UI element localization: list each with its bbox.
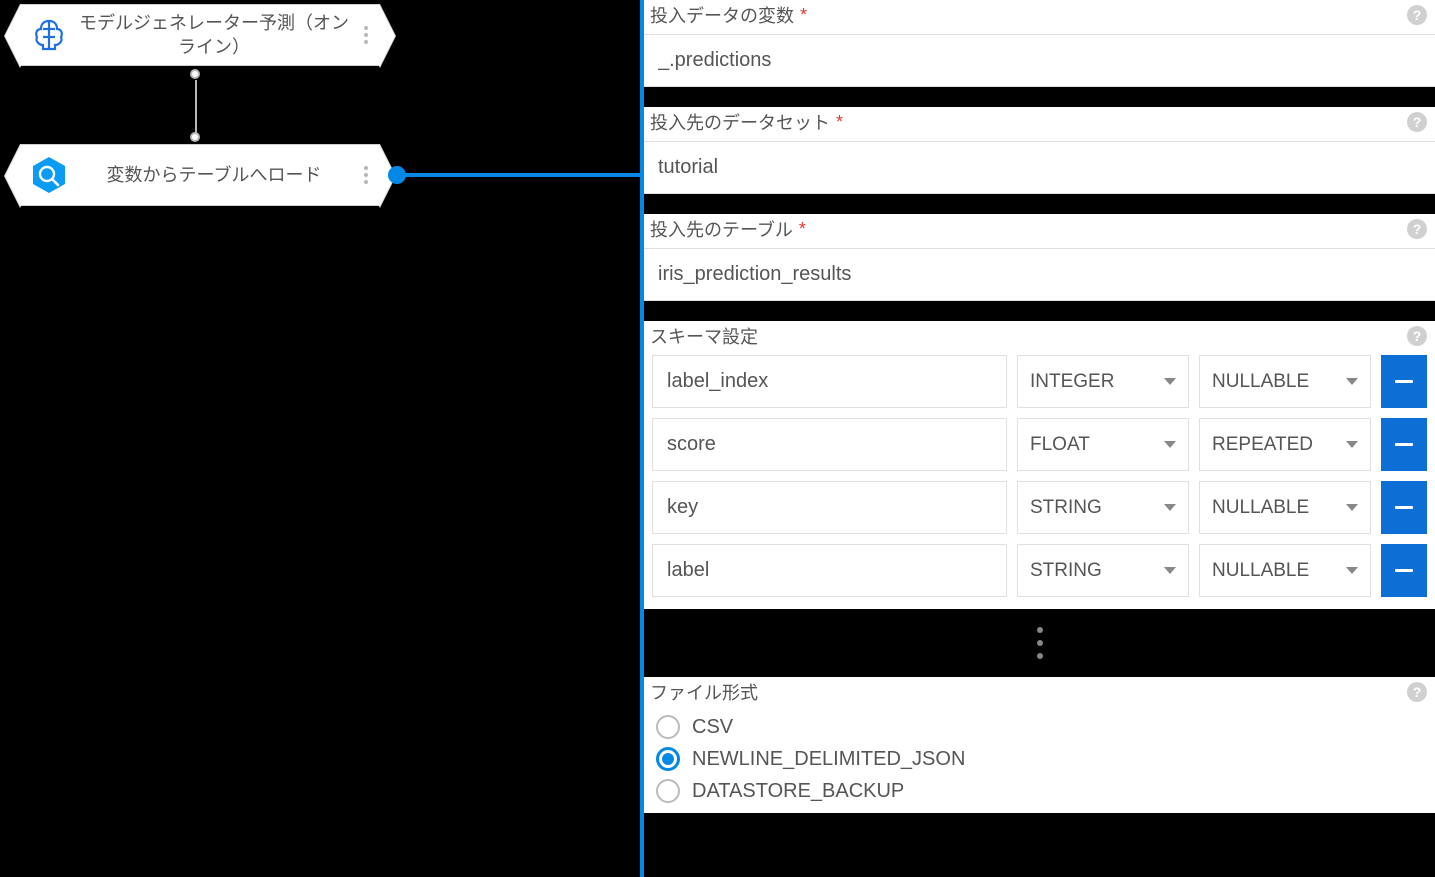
dataset-field[interactable]: [644, 141, 1435, 194]
section-separator: [644, 609, 1435, 677]
bigquery-icon: [27, 153, 71, 197]
minus-icon: [1395, 569, 1413, 572]
field-label: 投入先のデータセット: [650, 109, 830, 135]
chevron-down-icon: [1346, 441, 1358, 448]
schema-type-select[interactable]: STRING: [1017, 544, 1189, 597]
file-format-option[interactable]: DATASTORE_BACKUP: [644, 775, 1435, 807]
connector-endpoint: [190, 132, 200, 142]
schema-row: STRINGNULLABLE: [652, 481, 1427, 534]
required-marker: *: [836, 112, 843, 133]
properties-panel: 投入データの変数 * ? 投入先のデータセット * ? 投入先のテーブル * ?…: [644, 0, 1435, 877]
remove-row-button[interactable]: [1381, 418, 1427, 471]
schema-row: INTEGERNULLABLE: [652, 355, 1427, 408]
chevron-down-icon: [1164, 378, 1176, 385]
connector-endpoint: [190, 69, 200, 79]
radio-icon: [656, 779, 680, 803]
schema-column-name[interactable]: [652, 355, 1007, 408]
schema-row: FLOATREPEATED: [652, 418, 1427, 471]
schema-column-name[interactable]: [652, 481, 1007, 534]
field-destination-table: 投入先のテーブル * ?: [644, 214, 1435, 301]
selection-connector: [397, 173, 640, 177]
chevron-down-icon: [1346, 504, 1358, 511]
schema-mode-select[interactable]: NULLABLE: [1199, 481, 1371, 534]
help-icon[interactable]: ?: [1407, 112, 1427, 132]
radio-label: CSV: [692, 716, 733, 739]
radio-icon: [656, 715, 680, 739]
minus-icon: [1395, 380, 1413, 383]
field-file-format: ファイル形式 ? CSV NEWLINE_DELIMITED_JSON DATAST…: [644, 677, 1435, 813]
node-label: モデルジェネレーター予測（オンライン）: [71, 11, 357, 60]
brain-icon: [27, 13, 71, 57]
file-format-option[interactable]: NEWLINE_DELIMITED_JSON: [644, 743, 1435, 775]
remove-row-button[interactable]: [1381, 544, 1427, 597]
connector-line: [195, 80, 197, 134]
node-menu-button[interactable]: [357, 166, 375, 184]
schema-column-name[interactable]: [652, 544, 1007, 597]
minus-icon: [1395, 443, 1413, 446]
field-label: 投入データの変数: [650, 2, 794, 28]
table-field[interactable]: [644, 248, 1435, 301]
help-icon[interactable]: ?: [1407, 5, 1427, 25]
schema-mode-select[interactable]: NULLABLE: [1199, 544, 1371, 597]
node-model-generator-predict[interactable]: モデルジェネレーター予測（オンライン）: [20, 4, 380, 66]
field-input-variable: 投入データの変数 * ?: [644, 0, 1435, 87]
chevron-down-icon: [1164, 504, 1176, 511]
chevron-down-icon: [1346, 567, 1358, 574]
field-label: ファイル形式: [650, 679, 758, 705]
remove-row-button[interactable]: [1381, 481, 1427, 534]
radio-icon: [656, 747, 680, 771]
schema-mode-select[interactable]: REPEATED: [1199, 418, 1371, 471]
radio-label: NEWLINE_DELIMITED_JSON: [692, 748, 965, 771]
field-label: スキーマ設定: [650, 323, 758, 349]
node-load-variable-to-table[interactable]: 変数からテーブルへロード: [20, 144, 380, 206]
schema-type-select[interactable]: STRING: [1017, 481, 1189, 534]
radio-label: DATASTORE_BACKUP: [692, 780, 904, 803]
help-icon[interactable]: ?: [1407, 682, 1427, 702]
help-icon[interactable]: ?: [1407, 219, 1427, 239]
required-marker: *: [799, 219, 806, 240]
chevron-down-icon: [1164, 441, 1176, 448]
field-label: 投入先のテーブル: [650, 216, 793, 242]
schema-type-select[interactable]: INTEGER: [1017, 355, 1189, 408]
required-marker: *: [800, 5, 807, 26]
schema-type-select[interactable]: FLOAT: [1017, 418, 1189, 471]
field-destination-dataset: 投入先のデータセット * ?: [644, 107, 1435, 194]
minus-icon: [1395, 506, 1413, 509]
remove-row-button[interactable]: [1381, 355, 1427, 408]
schema-column-name[interactable]: [652, 418, 1007, 471]
field-schema: スキーマ設定 ? INTEGERNULLABLEFLOATREPEATEDSTR…: [644, 321, 1435, 609]
schema-row: STRINGNULLABLE: [652, 544, 1427, 597]
node-menu-button[interactable]: [357, 26, 375, 44]
input-variable-field[interactable]: [644, 34, 1435, 87]
file-format-option[interactable]: CSV: [644, 711, 1435, 743]
chevron-down-icon: [1164, 567, 1176, 574]
schema-mode-select[interactable]: NULLABLE: [1199, 355, 1371, 408]
chevron-down-icon: [1346, 378, 1358, 385]
node-label: 変数からテーブルへロード: [71, 163, 357, 187]
help-icon[interactable]: ?: [1407, 326, 1427, 346]
workflow-canvas[interactable]: モデルジェネレーター予測（オンライン） 変数からテーブルへロード: [0, 0, 640, 877]
